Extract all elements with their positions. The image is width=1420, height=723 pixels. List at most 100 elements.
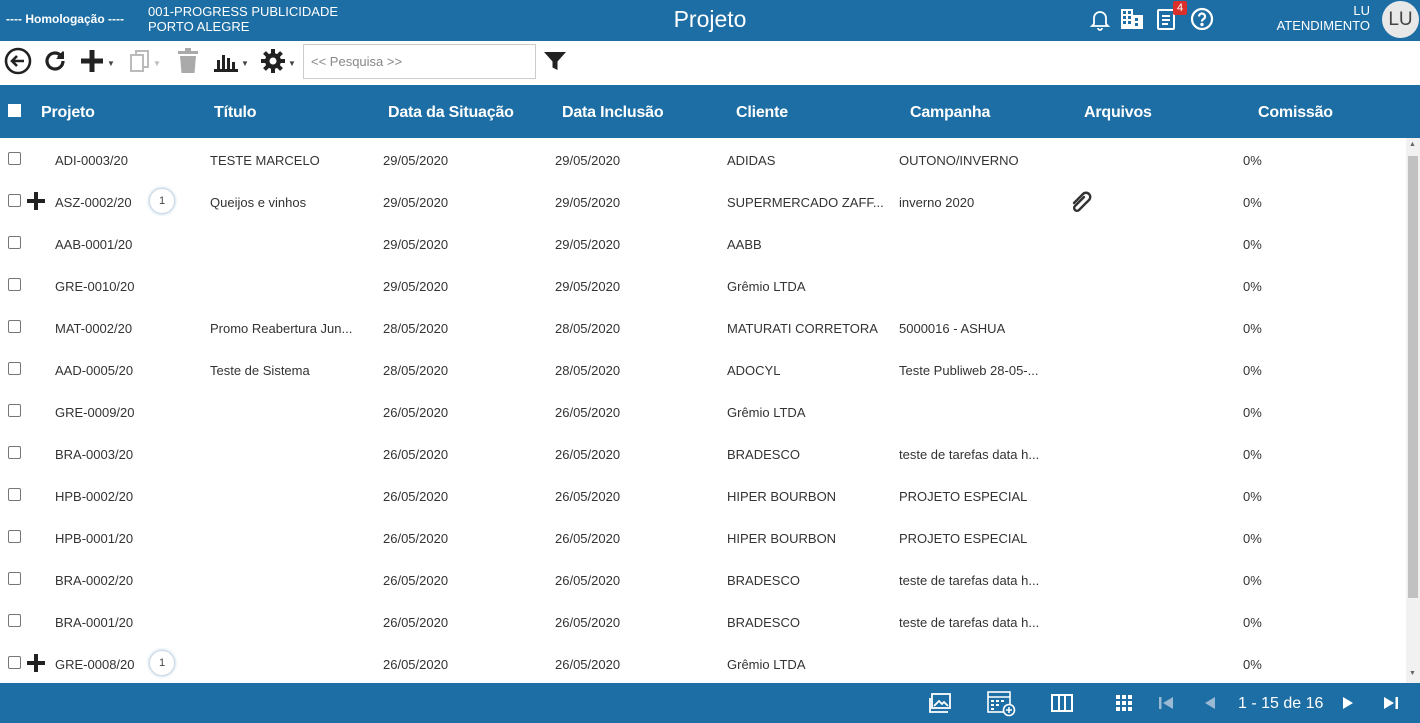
add-button[interactable]: ▼ [79, 48, 115, 78]
chevron-down-icon: ▼ [107, 58, 115, 68]
subitem-count-badge[interactable]: 1 [149, 650, 175, 676]
table-row[interactable]: BRA-0001/20 26/05/2020 26/05/2020 BRADESCO t… [0, 600, 1406, 642]
cell-data-inclusao: 28/05/2020 [555, 321, 621, 336]
notification-badge: 4 [1173, 1, 1187, 15]
company-info[interactable]: 001-PROGRESS PUBLICIDADE PORTO ALEGRE [148, 4, 338, 34]
row-checkbox[interactable] [8, 236, 21, 249]
column-header-titulo[interactable]: Título [214, 104, 257, 122]
bell-icon[interactable] [1087, 6, 1113, 32]
company-city: PORTO ALEGRE [148, 19, 250, 34]
subitem-count-badge[interactable]: 1 [149, 188, 175, 214]
row-checkbox[interactable] [8, 572, 21, 585]
cell-titulo: Queijos e vinhos [210, 195, 307, 210]
cell-projeto: AAD-0005/20 [55, 363, 134, 378]
calendar-view-icon[interactable] [987, 691, 1017, 717]
avatar[interactable]: LU [1382, 1, 1419, 38]
column-header-data-inclusao[interactable]: Data Inclusão [562, 104, 664, 122]
previous-page-icon[interactable] [1203, 691, 1217, 715]
cell-data-inclusao: 26/05/2020 [555, 447, 621, 462]
cell-titulo: TESTE MARCELO [210, 153, 320, 168]
cell-data-inclusao: 29/05/2020 [555, 195, 621, 210]
column-header-campanha[interactable]: Campanha [910, 104, 990, 122]
column-header-projeto[interactable]: Projeto [41, 104, 95, 122]
cell-projeto: GRE-0008/20 [55, 657, 135, 672]
row-checkbox[interactable] [8, 194, 21, 207]
row-checkbox[interactable] [8, 656, 21, 669]
row-checkbox[interactable] [8, 404, 21, 417]
table-row[interactable]: GRE-0010/20 29/05/2020 29/05/2020 Grêmio LT… [0, 264, 1406, 306]
settings-button[interactable]: ▼ [260, 48, 296, 78]
row-checkbox[interactable] [8, 446, 21, 459]
table-row[interactable]: AAD-0005/20 Teste de Sistema 28/05/2020 28/… [0, 348, 1406, 390]
column-header-arquivos[interactable]: Arquivos [1084, 104, 1152, 122]
paperclip-icon[interactable] [1070, 189, 1096, 216]
back-button[interactable] [4, 47, 32, 80]
copy-button[interactable]: ▼ [129, 48, 161, 78]
back-icon [4, 47, 32, 80]
cell-projeto: MAT-0002/20 [55, 321, 133, 336]
row-checkbox[interactable] [8, 152, 21, 165]
help-icon[interactable] [1189, 6, 1215, 32]
cell-data-inclusao: 29/05/2020 [555, 279, 621, 294]
cell-comissao: 0% [1243, 615, 1262, 630]
cell-data-inclusao: 28/05/2020 [555, 363, 621, 378]
next-page-icon[interactable] [1341, 691, 1355, 715]
cell-campanha: OUTONO/INVERNO [899, 153, 1019, 168]
table-header: Projeto Título Data da Situação Data Inc… [0, 85, 1420, 138]
cell-projeto: GRE-0010/20 [55, 279, 135, 294]
select-all-checkbox[interactable] [8, 104, 21, 117]
columns-view-icon[interactable] [1051, 691, 1073, 715]
building-icon[interactable] [1119, 6, 1145, 32]
scroll-up-icon[interactable]: ▲ [1409, 141, 1416, 148]
scroll-down-icon[interactable]: ▼ [1409, 670, 1416, 677]
refresh-button[interactable] [42, 48, 68, 78]
filter-button[interactable] [543, 48, 567, 78]
table-row[interactable]: ADI-0003/20 TESTE MARCELO 29/05/2020 29/05/… [0, 138, 1406, 180]
table-row[interactable]: ASZ-0002/20 Queijos e vinhos 29/05/2020 29/… [0, 180, 1406, 222]
user-role: ATENDIMENTO [1276, 18, 1370, 33]
cell-campanha: teste de tarefas data h... [899, 447, 1040, 462]
cell-projeto: ADI-0003/20 [55, 153, 128, 168]
top-header: ---- Homologação ---- 001-PROGRESS PUBLI… [0, 0, 1420, 41]
cell-projeto: HPB-0001/20 [55, 531, 134, 546]
table-row[interactable]: HPB-0001/20 26/05/2020 26/05/2020 HIPER BOU… [0, 516, 1406, 558]
row-checkbox[interactable] [8, 278, 21, 291]
cell-data-inclusao: 26/05/2020 [555, 489, 621, 504]
table-row[interactable]: BRA-0002/20 26/05/2020 26/05/2020 BRADESCO t… [0, 558, 1406, 600]
scrollbar-thumb[interactable] [1408, 156, 1418, 598]
table-row[interactable]: HPB-0002/20 26/05/2020 26/05/2020 HIPER BOU… [0, 474, 1406, 516]
cell-data-inclusao: 26/05/2020 [555, 573, 621, 588]
cell-cliente: BRADESCO [727, 615, 800, 630]
row-checkbox[interactable] [8, 488, 21, 501]
first-page-icon[interactable] [1158, 691, 1174, 715]
cell-data-situacao: 26/05/2020 [383, 447, 449, 462]
chart-button[interactable]: ▼ [213, 48, 249, 78]
cell-campanha: Teste Publiweb 28-05-... [899, 363, 1039, 378]
cell-cliente: BRADESCO [727, 573, 800, 588]
cell-campanha: 5000016 - ASHUA [899, 321, 1006, 336]
cell-cliente: Grêmio LTDA [727, 279, 806, 294]
expand-plus-icon[interactable] [26, 653, 46, 673]
table-row[interactable]: AAB-0001/20 29/05/2020 29/05/2020 AABB 0% [0, 222, 1406, 264]
table-row[interactable]: GRE-0009/20 26/05/2020 26/05/2020 Grêmio LT… [0, 390, 1406, 432]
column-header-comissao[interactable]: Comissão [1258, 104, 1333, 122]
footer-bar: 1 - 15 de 16 [0, 683, 1420, 723]
row-checkbox[interactable] [8, 320, 21, 333]
gallery-view-icon[interactable] [928, 691, 952, 715]
delete-button[interactable] [177, 47, 199, 78]
row-checkbox[interactable] [8, 362, 21, 375]
grid-view-icon[interactable] [1116, 691, 1132, 715]
column-header-data-situacao[interactable]: Data da Situação [388, 104, 514, 122]
table-row[interactable]: BRA-0003/20 26/05/2020 26/05/2020 BRADESCO t… [0, 432, 1406, 474]
user-info[interactable]: LU ATENDIMENTO [1277, 3, 1370, 33]
column-header-cliente[interactable]: Cliente [736, 104, 788, 122]
row-checkbox[interactable] [8, 614, 21, 627]
table-row[interactable]: MAT-0002/20 Promo Reabertura Jun... 28/05/… [0, 306, 1406, 348]
user-name: LU [1353, 3, 1370, 18]
cell-comissao: 0% [1243, 489, 1262, 504]
last-page-icon[interactable] [1383, 691, 1399, 715]
table-row[interactable]: GRE-0008/20 26/05/2020 26/05/2020 Grêmio LT… [0, 642, 1406, 683]
expand-plus-icon[interactable] [26, 191, 46, 211]
row-checkbox[interactable] [8, 530, 21, 543]
search-input[interactable] [303, 44, 536, 79]
